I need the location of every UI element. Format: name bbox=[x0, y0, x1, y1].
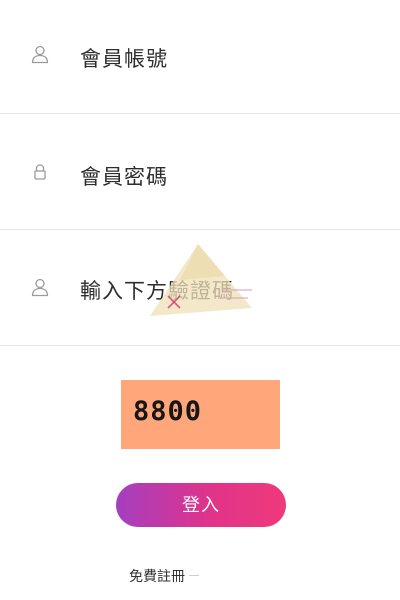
login-button[interactable]: 登入 bbox=[116, 483, 286, 527]
password-placeholder: 會員密碼 bbox=[80, 166, 168, 189]
captcha-field[interactable]: 輸入下方驗證碼 bbox=[0, 230, 400, 346]
captcha-code: 8800 bbox=[133, 396, 203, 427]
captcha-placeholder: 輸入下方驗證碼 bbox=[80, 280, 234, 303]
register-link[interactable]: 免費註冊 bbox=[129, 566, 185, 586]
password-field[interactable]: 會員密碼 bbox=[0, 114, 400, 230]
account-field[interactable]: 會員帳號 bbox=[0, 0, 400, 114]
divider bbox=[189, 575, 199, 576]
account-placeholder: 會員帳號 bbox=[80, 48, 168, 71]
user-icon bbox=[30, 44, 50, 64]
lock-icon bbox=[30, 162, 50, 182]
captcha-image[interactable]: 8800 bbox=[121, 380, 280, 449]
user-icon bbox=[30, 277, 50, 297]
